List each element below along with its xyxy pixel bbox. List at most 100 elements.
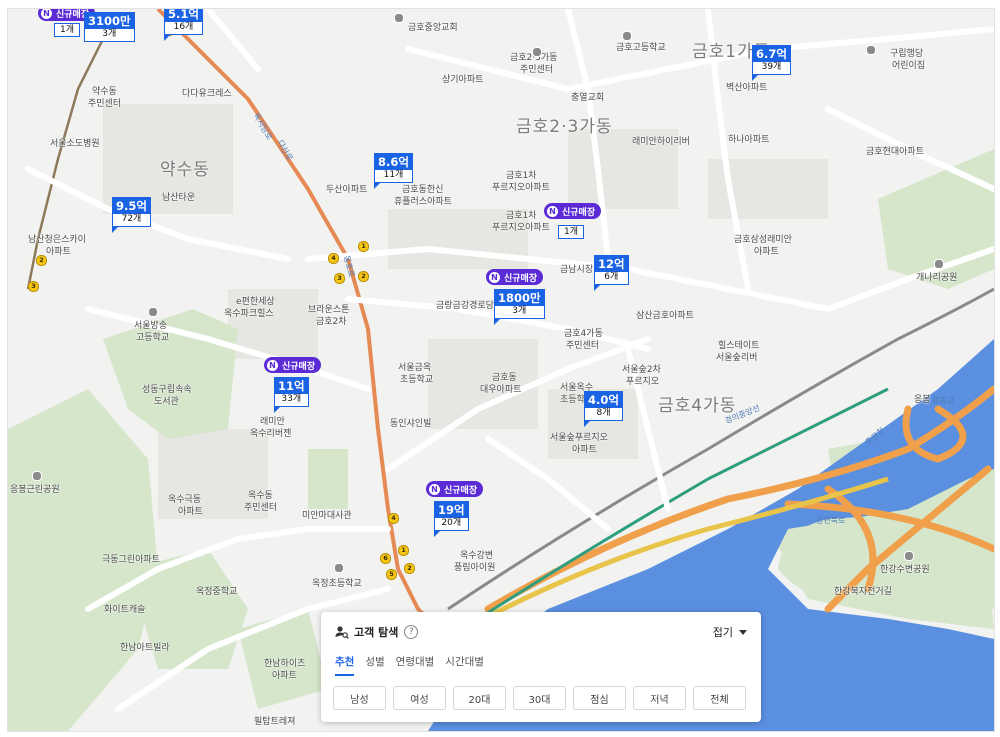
- place-label: 아파트: [178, 507, 203, 517]
- chip-lunch[interactable]: 점심: [573, 686, 626, 710]
- poi-icon: [532, 47, 542, 57]
- chip-20s[interactable]: 20대: [453, 686, 506, 710]
- listing-count: 72개: [112, 214, 151, 227]
- place-label: 옥수리버젠: [250, 429, 292, 439]
- listing-count: 33개: [274, 394, 309, 407]
- place-label: 한강북자전거길: [834, 587, 892, 597]
- subway-exit-icon: 2: [36, 255, 47, 266]
- price-value: 1800만: [494, 289, 545, 306]
- panel-tabs: 추천 성별 연령대별 시간대별: [335, 654, 495, 676]
- poi-icon: [148, 307, 158, 317]
- collapse-button[interactable]: 접기: [713, 624, 747, 640]
- poi-icon: [934, 259, 944, 269]
- place-label: 약수동: [92, 87, 117, 97]
- new-store-badge[interactable]: N 신규매장: [486, 269, 544, 285]
- price-marker[interactable]: 9.5억 72개: [112, 197, 151, 233]
- area-label-geumho23: 금호2·3가동: [516, 117, 613, 137]
- subway-exit-icon: 3: [28, 281, 39, 292]
- new-store-badge[interactable]: N 신규매장: [264, 357, 322, 373]
- poi-icon: [622, 31, 632, 41]
- place-label: 서울숲푸르지오: [550, 433, 608, 443]
- marker-tail: [374, 183, 380, 189]
- place-label: 미안마대사관: [302, 511, 352, 521]
- place-label: 푸르지오아파트: [492, 223, 550, 233]
- chip-30s[interactable]: 30대: [513, 686, 566, 710]
- tab-time[interactable]: 시간대별: [445, 654, 484, 676]
- price-marker[interactable]: 1800만 3개: [494, 289, 545, 325]
- tab-gender[interactable]: 성별: [365, 654, 384, 676]
- marker-tail: [752, 75, 758, 81]
- price-marker[interactable]: 4.0억 8개: [584, 391, 623, 427]
- filter-chips: 남성 여성 20대 30대 점심 저녁 전체: [333, 686, 753, 710]
- price-marker[interactable]: 12억 6개: [594, 255, 629, 291]
- place-label: 금호동: [492, 373, 517, 383]
- place-label: 한남아트빌라: [120, 643, 170, 653]
- price-marker[interactable]: 8.6억 11개: [374, 153, 413, 189]
- subway-exit-icon: 4: [388, 513, 399, 524]
- place-label: 옥정중학교: [196, 587, 238, 597]
- place-label: 성동구립속속: [142, 385, 192, 395]
- place-label: 도서관: [154, 397, 179, 407]
- subway-exit-icon: 1: [398, 545, 409, 556]
- place-label: 고등학교: [136, 333, 170, 343]
- place-label: 서울숲리버: [716, 353, 758, 363]
- place-label: 두산아파트: [326, 185, 368, 195]
- place-label: 아파트: [754, 247, 779, 257]
- chip-all[interactable]: 전체: [693, 686, 746, 710]
- new-store-label: 신규매장: [282, 361, 316, 372]
- place-label: 금호삼성래미안: [734, 235, 792, 245]
- n-badge-icon: N: [41, 9, 52, 19]
- help-icon[interactable]: ?: [404, 625, 419, 639]
- place-label: 서울숲2차: [622, 365, 661, 375]
- place-label: 금랑금강경로당: [436, 301, 494, 311]
- listing-count: 6개: [594, 272, 629, 285]
- place-label: 대우아파트: [480, 385, 522, 395]
- place-label: 주민센터: [244, 503, 278, 513]
- price-value: 12억: [594, 255, 629, 272]
- place-label: 아파트: [572, 445, 597, 455]
- new-store-badge[interactable]: N 신규매장: [426, 481, 484, 497]
- chip-dinner[interactable]: 저녁: [633, 686, 686, 710]
- chip-male[interactable]: 남성: [333, 686, 386, 710]
- listing-count: 39개: [752, 62, 791, 75]
- poi-icon: [866, 45, 876, 55]
- place-label: 힐스테이트: [718, 341, 760, 351]
- place-label: 옥정초등학교: [312, 579, 362, 589]
- price-marker[interactable]: 11억 33개: [274, 377, 309, 413]
- price-value: 3100만: [84, 12, 135, 29]
- street-label: 강변북로: [816, 516, 846, 525]
- subway-exit-icon: 5: [386, 569, 397, 580]
- place-label: 구립행당: [890, 49, 924, 59]
- place-label: 한강수변공원: [880, 565, 930, 575]
- place-label: 래미안하이리버: [632, 137, 690, 147]
- n-badge-icon: N: [267, 359, 278, 371]
- place-label: 브라운스톤: [308, 305, 350, 315]
- place-label: 한남하이츠: [264, 659, 306, 669]
- price-marker[interactable]: 6.7억 39개: [752, 45, 791, 81]
- place-label: 옥수동: [248, 491, 273, 501]
- place-label: 서울소도병원: [50, 139, 100, 149]
- place-label: 휴플러스아파트: [394, 197, 452, 207]
- subway-exit-icon: 6: [380, 553, 391, 564]
- new-store-label: 신규매장: [504, 273, 538, 284]
- tab-recommend[interactable]: 추천: [335, 654, 355, 676]
- listing-count: 11개: [374, 170, 413, 183]
- n-badge-icon: N: [429, 483, 440, 495]
- price-marker[interactable]: 19억 20개: [434, 501, 469, 537]
- new-store-label: 신규매장: [444, 485, 478, 496]
- listing-count: 3개: [84, 29, 135, 42]
- price-marker[interactable]: 3100만 3개: [84, 12, 135, 42]
- n-badge-icon: N: [547, 205, 558, 217]
- chip-female[interactable]: 여성: [393, 686, 446, 710]
- place-label: 금호2차: [316, 317, 347, 327]
- place-label: 남산청은스카이: [28, 235, 86, 245]
- new-store-badge[interactable]: N 신규매장: [544, 203, 602, 219]
- price-marker[interactable]: 5.1억 16개: [164, 9, 203, 41]
- place-label: 래미안: [260, 417, 285, 427]
- place-label: 푸르지오: [626, 377, 660, 387]
- place-label: 아파트: [272, 671, 297, 681]
- price-value: 4.0억: [584, 391, 623, 408]
- marker-tail: [112, 227, 118, 233]
- listing-count: 8개: [584, 408, 623, 421]
- tab-age[interactable]: 연령대별: [396, 654, 435, 676]
